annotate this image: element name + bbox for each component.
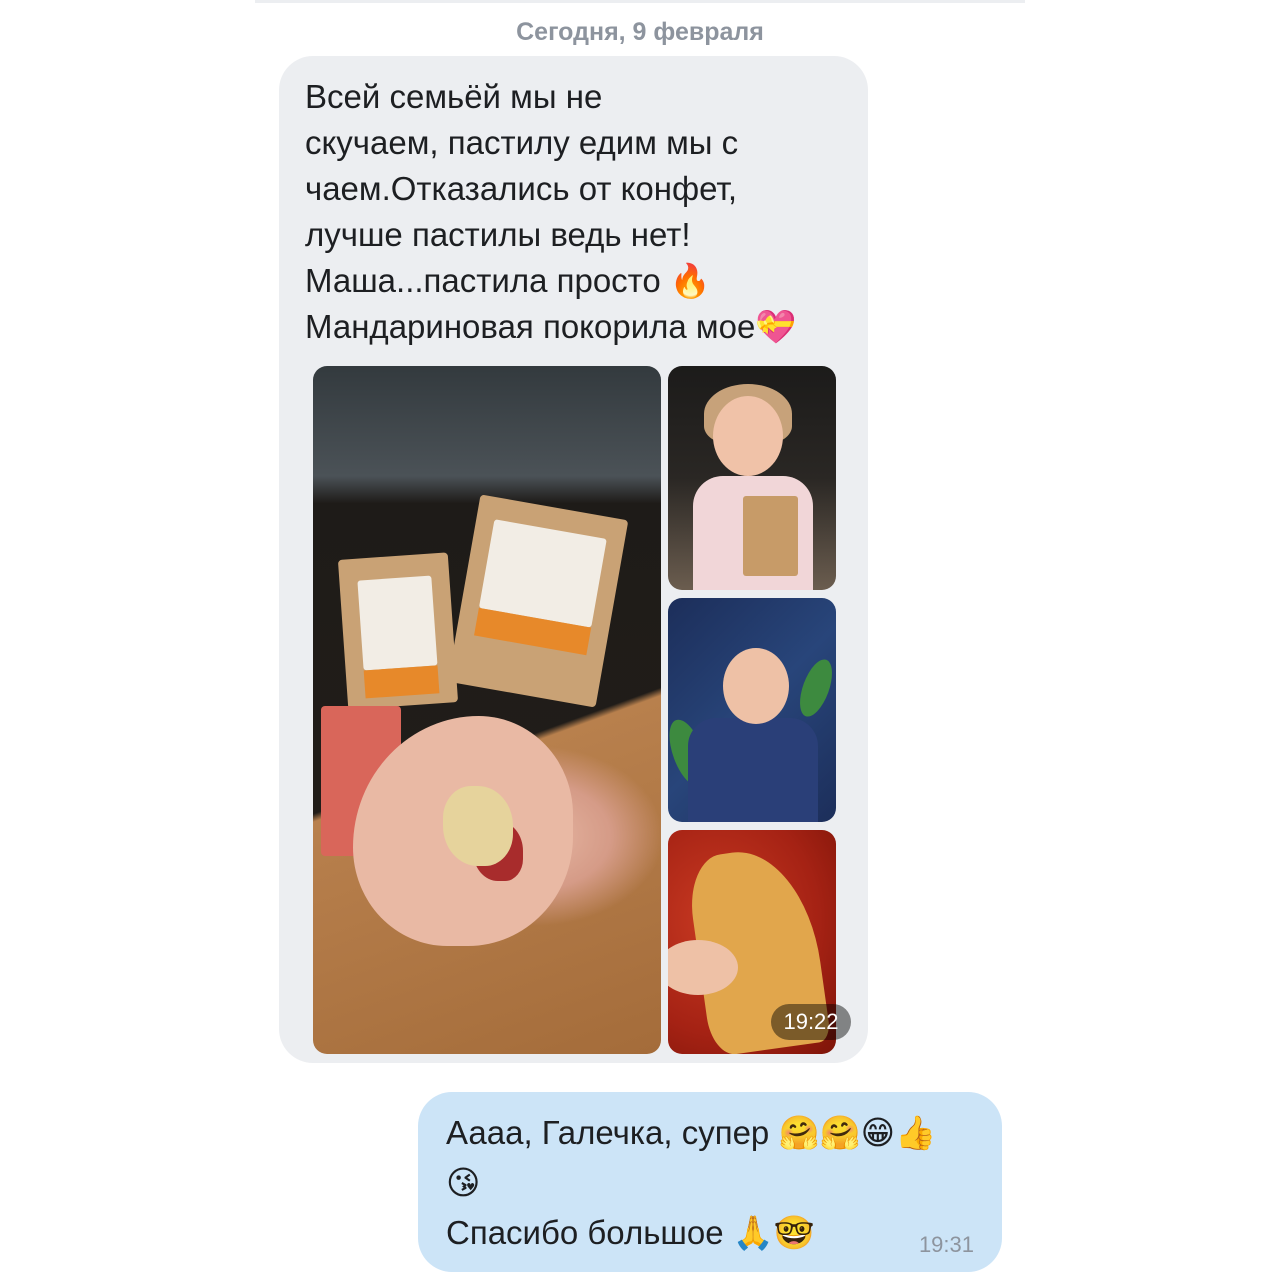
photo-girl-with-pastila[interactable] bbox=[668, 366, 836, 590]
date-separator: Сегодня, 9 февраля bbox=[516, 18, 764, 46]
photo-boy-with-pastila[interactable] bbox=[668, 598, 836, 822]
package-cherry bbox=[447, 494, 629, 708]
outgoing-message-text: Аааа, Галечка, супер 🤗🤗😁👍 😘 Спасибо боль… bbox=[446, 1114, 937, 1251]
photo-pastila-packages[interactable] bbox=[313, 366, 661, 1054]
incoming-message-time: 19:22 bbox=[771, 1004, 851, 1040]
pastila-piece bbox=[443, 786, 513, 866]
top-divider bbox=[255, 0, 1025, 3]
package-mandarin bbox=[337, 552, 459, 710]
incoming-message-bubble[interactable]: Всей семьёй мы не скучаем, пастилу едим … bbox=[279, 56, 868, 1063]
incoming-message-text: Всей семьёй мы не скучаем, пастилу едим … bbox=[305, 78, 797, 345]
outgoing-message-bubble[interactable]: Аааа, Галечка, супер 🤗🤗😁👍 😘 Спасибо боль… bbox=[418, 1092, 1002, 1272]
outgoing-message-time: 19:31 bbox=[918, 1232, 974, 1257]
